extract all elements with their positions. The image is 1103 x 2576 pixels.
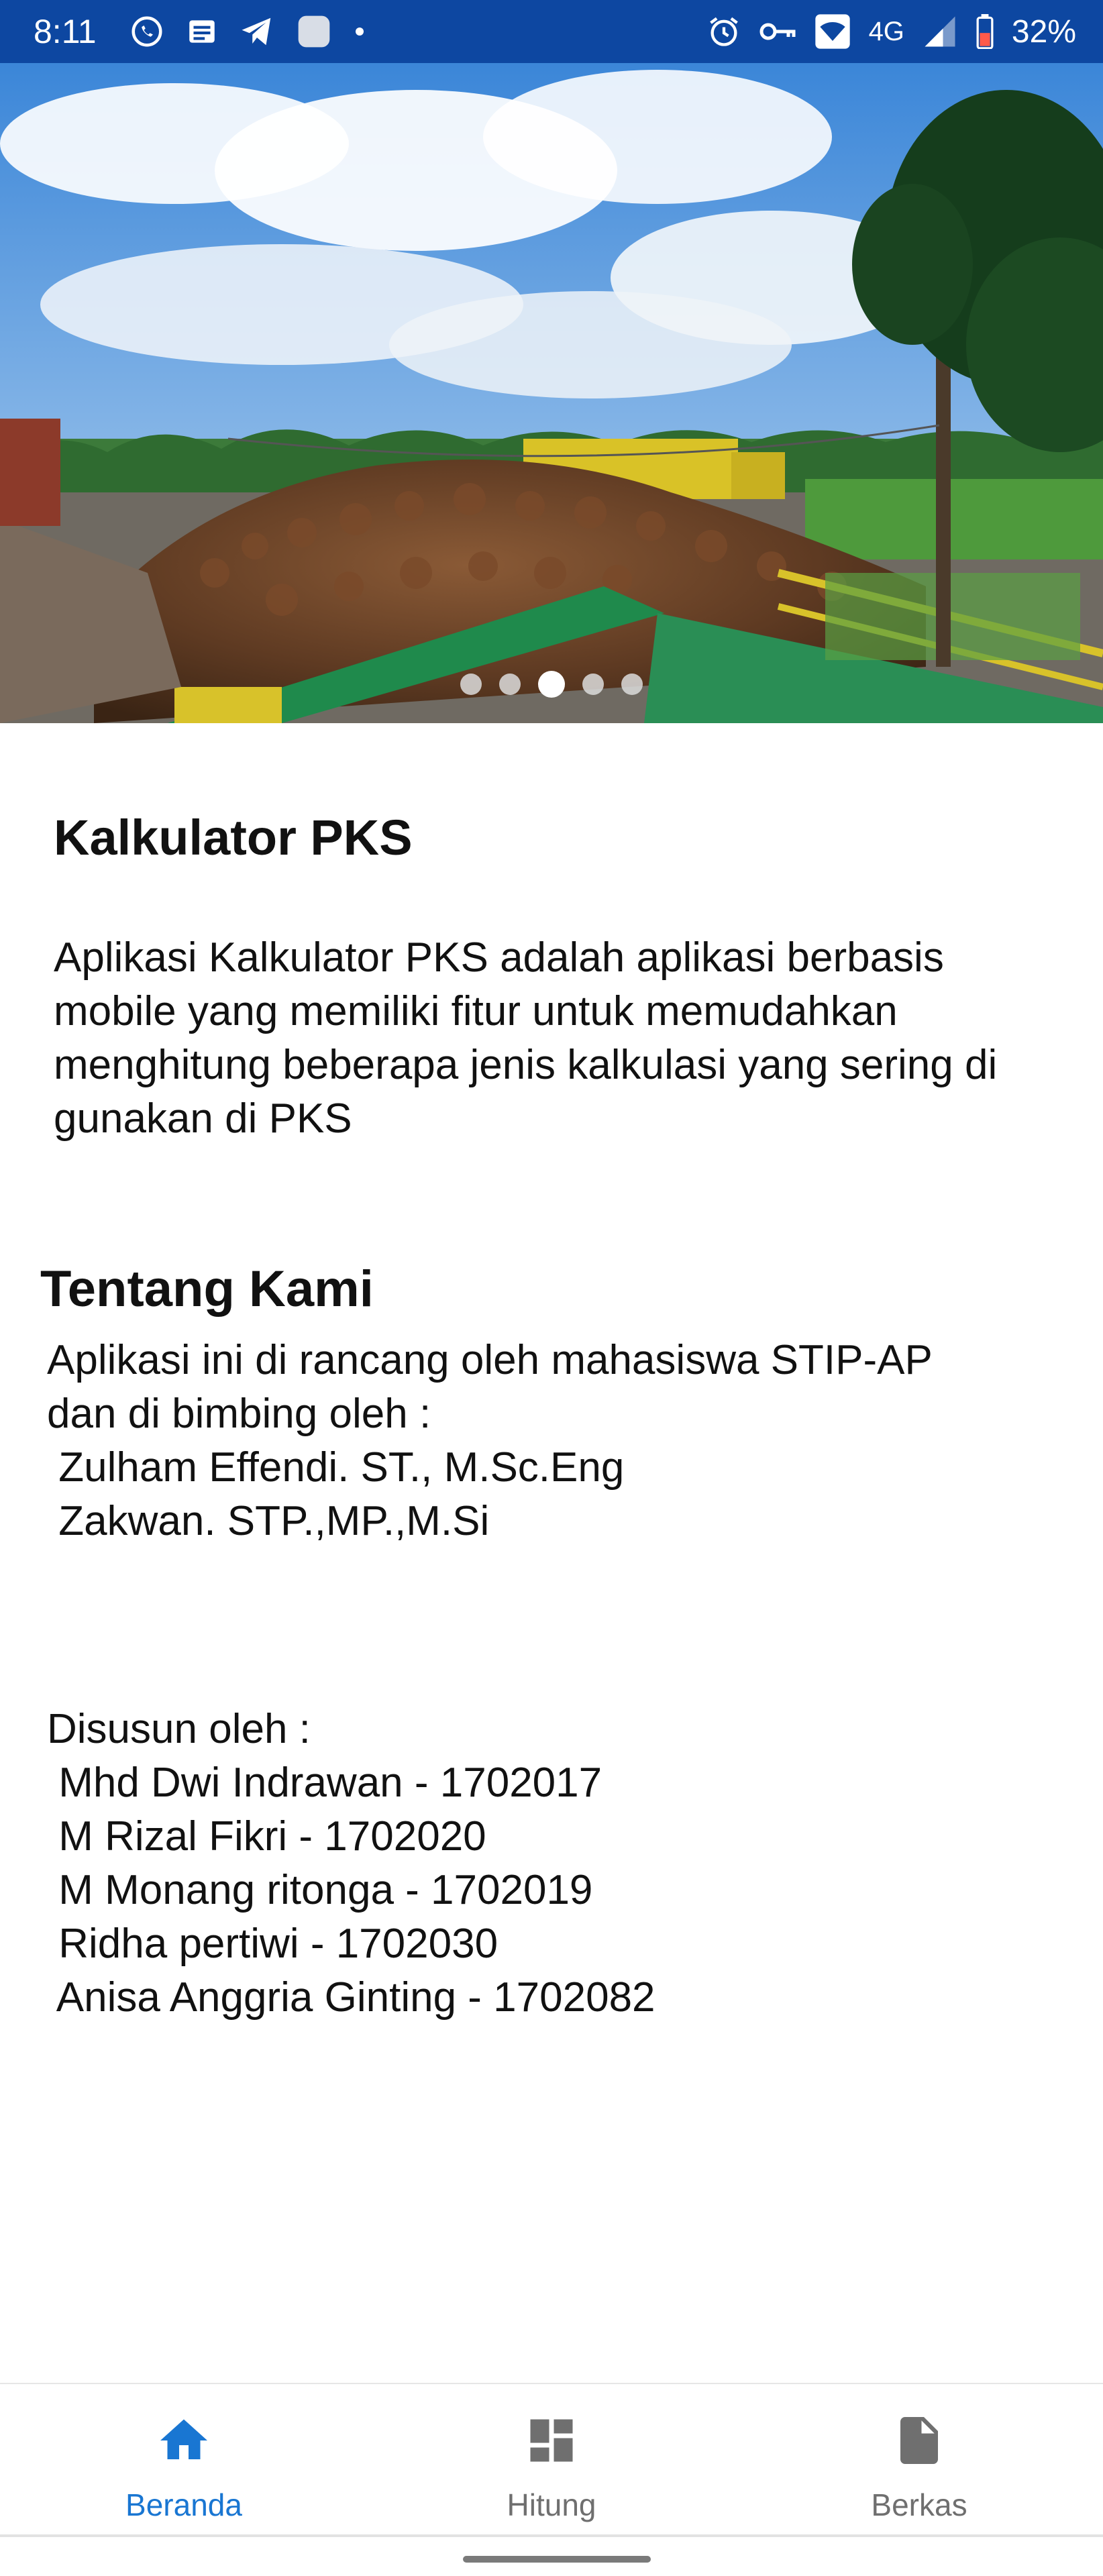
bottom-navigation: Beranda Hitung Berkas [0,2383,1103,2536]
nav-item-hitung[interactable]: Hitung [368,2384,735,2536]
status-bar: 8:11 4G 32% [0,0,1103,63]
authors-text: Disusun oleh : Mhd Dwi Indrawan - 170201… [47,1703,1080,2025]
nav-label: Hitung [507,2487,596,2522]
carousel-dot-active[interactable] [538,671,565,698]
author-name: M Rizal Fikri - 1702020 [47,1813,486,1860]
app-description: Aplikasi Kalkulator PKS adalah aplikasi … [54,934,998,1142]
author-name: Mhd Dwi Indrawan - 1702017 [47,1760,602,1806]
about-title: Tentang Kami [40,1260,374,1318]
app-icon [295,13,333,50]
about-text: Aplikasi ini di rancang oleh mahasiswa S… [47,1334,1080,1548]
app-title: Kalkulator PKS [54,810,413,865]
whatsapp-icon [129,13,165,50]
wifi-icon [814,13,851,50]
supervisor-name: Zulham Effendi. ST., M.Sc.Eng [47,1444,625,1491]
banner-image [0,63,1103,723]
supervisor-name: Zakwan. STP.,MP.,M.Si [47,1498,490,1544]
battery-percent: 32% [1011,13,1076,50]
carousel-dot[interactable] [621,674,643,695]
battery-icon [976,14,994,49]
about-line: dan di bimbing oleh : [47,1391,431,1437]
dot-icon [353,25,366,38]
nav-label: Beranda [125,2487,242,2522]
gesture-handle[interactable] [463,2556,651,2563]
image-carousel[interactable] [0,63,1103,723]
author-name: M Monang ritonga - 1702019 [47,1867,593,1913]
nav-label: Berkas [871,2487,967,2522]
news-icon [185,15,219,48]
nav-item-beranda[interactable]: Beranda [0,2384,368,2536]
alarm-icon [706,14,741,49]
status-time: 8:11 [34,13,97,50]
author-name: Anisa Anggria Ginting - 1702082 [47,1974,655,2021]
carousel-dot[interactable] [582,674,604,695]
nav-divider [0,2534,1103,2537]
author-name: Ridha pertiwi - 1702030 [47,1921,498,1967]
authors-heading: Disusun oleh : [47,1706,311,1752]
carousel-dot[interactable] [499,674,521,695]
network-type: 4G [868,16,904,46]
signal-icon [922,15,958,48]
carousel-indicator [0,671,1103,698]
carousel-dot[interactable] [460,674,482,695]
nav-item-berkas[interactable]: Berkas [735,2384,1103,2536]
home-icon [156,2412,212,2472]
telegram-icon [239,13,275,50]
vpn-key-icon [759,18,796,45]
file-icon [891,2412,947,2472]
dashboard-icon [523,2412,580,2472]
about-line: Aplikasi ini di rancang oleh mahasiswa S… [47,1337,933,1383]
